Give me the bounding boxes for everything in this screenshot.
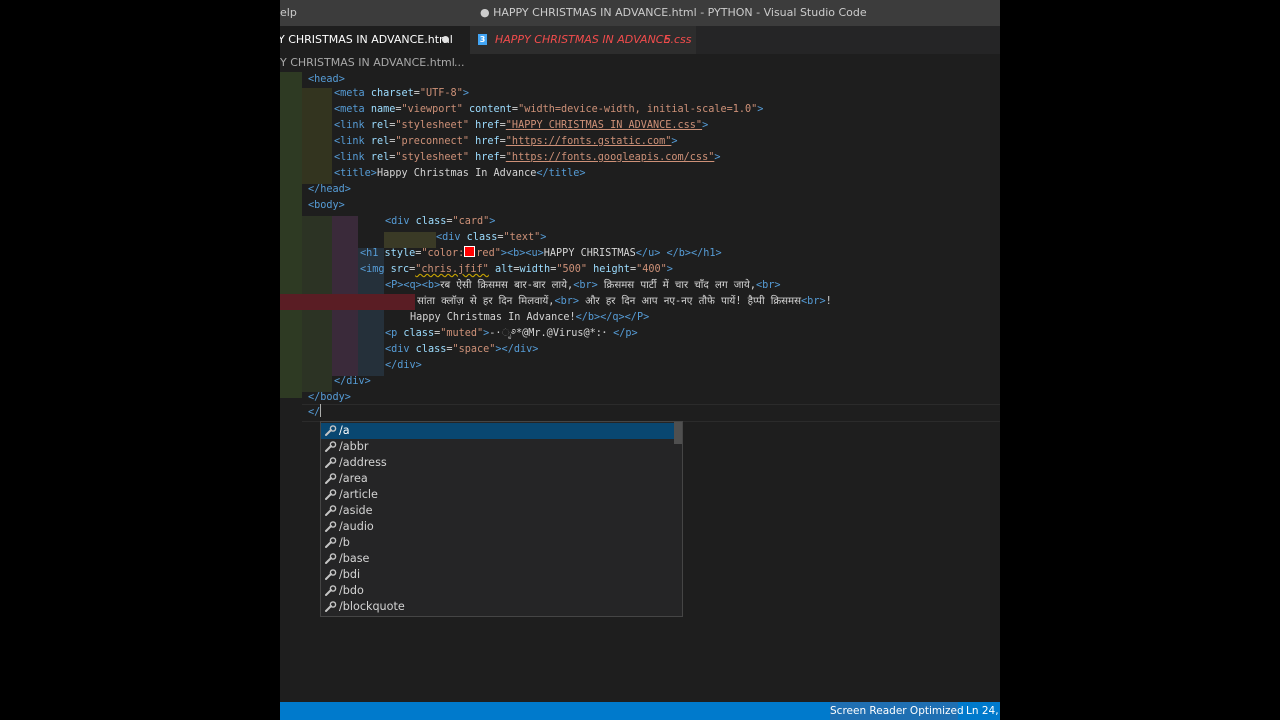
suggestion-item[interactable]: /b	[321, 535, 674, 551]
suggest-scrollbar[interactable]	[674, 422, 682, 444]
code-line-19: </div>	[385, 360, 422, 371]
suggestion-label: /bdi	[339, 568, 361, 581]
code-line-12: <h1 style="color: red"><b><u>HAPPY CHRIST…	[360, 246, 722, 259]
tab-html-file[interactable]: Y CHRISTMAS IN ADVANCE.html	[280, 26, 470, 54]
text-cursor	[320, 404, 322, 417]
breadcrumb-file[interactable]: Y CHRISTMAS IN ADVANCE.html	[280, 56, 455, 69]
suggestion-item[interactable]: /article	[321, 487, 674, 503]
menu-help[interactable]: elp	[280, 6, 297, 19]
suggestion-item[interactable]: /bdo	[321, 583, 674, 599]
indent-band	[280, 72, 302, 398]
suggestion-item[interactable]: /aside	[321, 503, 674, 519]
code-line-16: Happy Christmas In Advance!</b></q></P>	[410, 312, 650, 323]
suggestion-label: /article	[339, 488, 378, 501]
autocomplete-suggest-widget[interactable]: /a/abbr/address/area/article/aside/audio…	[320, 421, 683, 617]
css-file-icon: 3	[478, 34, 487, 45]
wrench-icon	[325, 537, 337, 548]
suggestion-item[interactable]: /audio	[321, 519, 674, 535]
wrench-icon	[325, 489, 337, 500]
cursor-position[interactable]: Ln 24, C	[960, 702, 1000, 720]
current-line-highlight	[302, 404, 1000, 422]
code-line-20: </div>	[334, 376, 371, 387]
code-line-22: </	[308, 404, 322, 420]
suggestion-label: /blockquote	[339, 600, 405, 613]
wrench-icon	[325, 601, 337, 612]
suggestion-label: /area	[339, 472, 368, 485]
vscode-window: elp ● HAPPY CHRISTMAS IN ADVANCE.html - …	[280, 0, 1000, 720]
suggestion-item[interactable]: /base	[321, 551, 674, 567]
code-line-9: <body>	[308, 200, 345, 211]
unsaved-dot-icon[interactable]	[442, 36, 449, 43]
wrench-icon	[325, 473, 337, 484]
code-line-10: <div class="card">	[385, 216, 496, 227]
code-line-8: </head>	[308, 184, 351, 195]
suggestion-label: /address	[339, 456, 387, 469]
indent-band	[302, 88, 332, 184]
code-line-11: <div class="text">	[436, 232, 547, 243]
wrench-icon	[325, 521, 337, 532]
problem-count: 5	[664, 33, 671, 46]
status-bar: Screen Reader Optimized Ln 24, C	[280, 702, 1000, 720]
suggestion-item[interactable]: /address	[321, 455, 674, 471]
code-line-17: <p class="muted">-·ೃ࿔*@Mr.@Virus@*:･ </p…	[385, 328, 638, 339]
error-highlight	[280, 294, 415, 310]
screen-reader-status[interactable]: Screen Reader Optimized	[830, 702, 964, 720]
suggestion-label: /a	[339, 424, 350, 437]
suggestion-item[interactable]: /bdi	[321, 567, 674, 583]
wrench-icon	[325, 585, 337, 596]
suggestion-label: /b	[339, 536, 350, 549]
code-line-18: <div class="space"></div>	[385, 344, 539, 355]
code-line-13: <img src="chris.jfif" alt=width="500" he…	[360, 264, 673, 275]
tab-css-file[interactable]: 3 HAPPY CHRISTMAS IN ADVANCE.css 5	[470, 26, 696, 54]
color-swatch-icon[interactable]	[464, 246, 476, 257]
code-line-15: सांता क्लॉज़ से हर दिन मिलवायें,<br> और …	[417, 296, 832, 307]
wrench-icon	[325, 457, 337, 468]
wrench-icon	[325, 569, 337, 580]
code-line-7: <title>Happy Christmas In Advance</title…	[334, 168, 586, 179]
tab-label: HAPPY CHRISTMAS IN ADVANCE.css	[495, 33, 692, 46]
suggestion-item[interactable]: /abbr	[321, 439, 674, 455]
breadcrumb: Y CHRISTMAS IN ADVANCE.html ...	[280, 54, 1000, 72]
tab-label: Y CHRISTMAS IN ADVANCE.html	[280, 33, 453, 46]
suggestion-label: /audio	[339, 520, 374, 533]
code-line-3: <meta name="viewport" content="width=dev…	[334, 104, 764, 115]
editor-tabs: Y CHRISTMAS IN ADVANCE.html 3 HAPPY CHRI…	[280, 26, 1000, 54]
wrench-icon	[325, 425, 337, 436]
code-line-4: <link rel="stylesheet" href="HAPPY CHRIS…	[334, 120, 709, 131]
code-line-5: <link rel="preconnect" href="https://fon…	[334, 136, 678, 147]
window-title: ● HAPPY CHRISTMAS IN ADVANCE.html - PYTH…	[480, 6, 867, 19]
suggestion-item[interactable]: /area	[321, 471, 674, 487]
suggestion-item[interactable]: /a	[321, 423, 674, 439]
wrench-icon	[325, 441, 337, 452]
suggestion-label: /bdo	[339, 584, 364, 597]
wrench-icon	[325, 505, 337, 516]
title-bar: elp ● HAPPY CHRISTMAS IN ADVANCE.html - …	[280, 0, 1000, 26]
code-line-6: <link rel="stylesheet" href="https://fon…	[334, 152, 721, 163]
breadcrumb-more[interactable]: ...	[454, 54, 465, 72]
suggestion-label: /base	[339, 552, 370, 565]
suggestion-label: /abbr	[339, 440, 369, 453]
code-line-14: <P><q><b>रब ऐसी क्रिसमस बार-बार लाये,<br…	[385, 280, 781, 291]
wrench-icon	[325, 553, 337, 564]
suggestion-item[interactable]: /blockquote	[321, 599, 674, 615]
code-line-2: <meta charset="UTF-8">	[334, 88, 469, 99]
suggestion-label: /aside	[339, 504, 373, 517]
